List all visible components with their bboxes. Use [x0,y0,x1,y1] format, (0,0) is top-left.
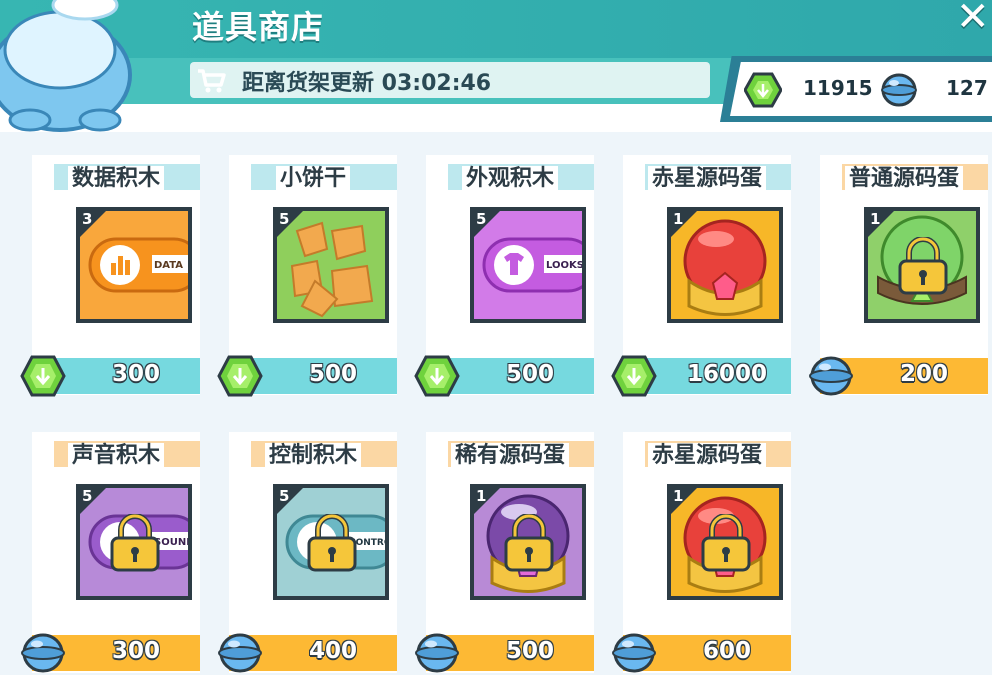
price-bar[interactable]: 500 [217,355,397,397]
item-price: 300 [111,638,160,664]
purple-egg-image: 1 [470,484,586,600]
item-quantity: 1 [673,487,684,505]
lock-icon [701,514,751,572]
green-egg-image: 1 [864,207,980,323]
item-name: 控制积木 [264,443,361,468]
item-quantity: 3 [82,210,93,228]
item-price: 16000 [686,361,768,387]
refresh-countdown: 距离货架更新 03:02:46 [242,71,492,96]
item-price: 500 [308,361,357,387]
lock-icon [504,514,554,572]
item-quantity: 5 [279,210,290,228]
sound-block-image: SOUND 5 [76,484,192,600]
shop-item-card[interactable]: 控制积木 CONTROL 5 400 [218,432,397,673]
refresh-timer: 距离货架更新 03:02:46 [190,62,710,98]
gem-balance: 11915 [803,76,873,100]
item-quantity: 5 [279,487,290,505]
lock-icon [898,237,948,295]
item-quantity: 5 [82,487,93,505]
shop-item-card[interactable]: 声音积木 SOUND 5 300 [21,432,200,673]
red-egg-image: 1 [667,207,783,323]
shop-item-card[interactable]: 稀有源码蛋 1 500 [415,432,594,673]
control-block-image: CONTROL 5 [273,484,389,600]
price-bar[interactable]: 300 [20,355,200,397]
shop-item-card[interactable]: 赤星源码蛋 1 600 [612,432,791,673]
lock-icon [307,514,357,572]
orb-icon [612,633,656,673]
item-quantity: 1 [870,210,881,228]
price-bar[interactable]: 200 [809,356,988,396]
red-egg-image: 1 [667,484,783,600]
item-name: 小饼干 [275,166,350,191]
item-name: 稀有源码蛋 [450,443,569,468]
price-bar[interactable]: 500 [415,633,594,673]
item-quantity: 1 [476,487,487,505]
cookie-image: 5 [273,207,389,323]
price-bar[interactable]: 500 [414,355,594,397]
page-title: 道具商店 [192,8,325,46]
item-price: 400 [308,638,357,664]
item-price: 500 [505,638,554,664]
shop-item-card[interactable]: 普通源码蛋 1 200 [809,155,988,396]
orb-icon [809,356,853,396]
gem-icon [414,355,460,397]
svg-text:DATA: DATA [154,260,183,271]
item-name: 赤星源码蛋 [647,443,766,468]
gem-icon [20,355,66,397]
shop-header: 道具商店 ✕ 距离货架更新 03:02:46 11915 127 [0,0,992,132]
price-bar[interactable]: 600 [612,633,791,673]
item-price: 500 [505,361,554,387]
item-quantity: 1 [673,210,684,228]
item-name: 声音积木 [67,443,164,468]
item-name: 数据积木 [67,166,164,191]
price-bar[interactable]: 16000 [611,355,791,397]
shop-item-card[interactable]: 外观积木 LOOKS 5 500 [414,155,594,397]
svg-text:LOOKS: LOOKS [546,260,582,271]
price-bar[interactable]: 400 [218,633,397,673]
orb-icon [415,633,459,673]
shop-item-card[interactable]: 赤星源码蛋 1 16000 [611,155,791,397]
item-name: 赤星源码蛋 [647,166,766,191]
lock-icon [110,514,160,572]
orb-icon [881,73,917,107]
shop-item-card[interactable]: 小饼干 5 500 [217,155,397,397]
orb-balance: 127 [946,76,988,100]
item-price: 200 [899,361,948,387]
orb-icon [218,633,262,673]
close-button[interactable]: ✕ [956,0,990,40]
data-block-image: DATA 3 [76,207,192,323]
gem-icon [744,72,782,108]
mascot-avatar [0,0,132,132]
gem-icon [217,355,263,397]
shop-item-card[interactable]: 数据积木 DATA 3 300 [20,155,200,397]
item-name: 普通源码蛋 [844,166,963,191]
looks-block-image: LOOKS 5 [470,207,586,323]
item-price: 600 [702,638,751,664]
item-quantity: 5 [476,210,487,228]
item-name: 外观积木 [461,166,558,191]
gem-icon [611,355,657,397]
price-bar[interactable]: 300 [21,633,200,673]
orb-icon [21,633,65,673]
item-price: 300 [111,361,160,387]
shopping-cart-icon [198,69,226,93]
